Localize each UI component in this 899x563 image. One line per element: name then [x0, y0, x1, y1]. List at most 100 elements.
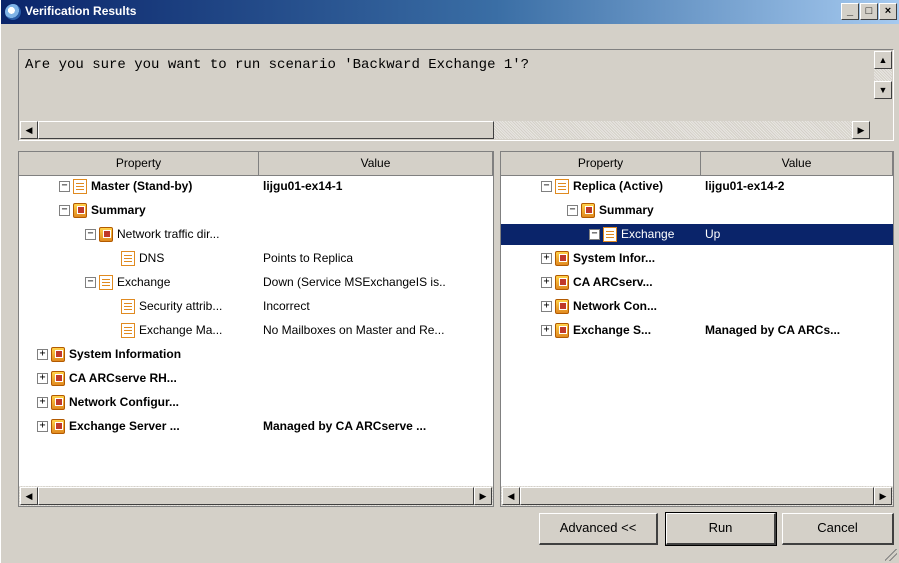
scroll-thumb[interactable]: [520, 487, 874, 505]
tree-row[interactable]: Security attrib... Incorrect: [19, 296, 493, 317]
row-property-label: Summary: [91, 203, 146, 217]
message-box[interactable]: Are you sure you want to run scenario 'B…: [18, 49, 894, 141]
row-value: No Mailboxes on Master and Re...: [263, 323, 445, 337]
left-pane-horizontal-scrollbar[interactable]: ◀ ▶: [19, 486, 493, 506]
doc-icon: [73, 179, 87, 194]
expand-icon[interactable]: +: [541, 277, 552, 288]
row-value: Incorrect: [263, 299, 310, 313]
column-header-value[interactable]: Value: [259, 152, 493, 176]
scroll-thumb[interactable]: [38, 487, 474, 505]
tree-row[interactable]: − Exchange Up: [501, 224, 893, 245]
tree-row[interactable]: − Replica (Active) lijgu01-ex14-2: [501, 176, 893, 197]
maximize-button[interactable]: □: [860, 3, 878, 20]
scroll-right-icon[interactable]: ▶: [874, 487, 892, 505]
tree-row[interactable]: − Exchange Down (Service MSExchangeIS is..: [19, 272, 493, 293]
minimize-button[interactable]: _: [841, 3, 859, 20]
group-icon: [555, 323, 569, 338]
expand-icon[interactable]: +: [37, 373, 48, 384]
row-value: lijgu01-ex14-2: [705, 179, 785, 193]
message-vertical-scrollbar[interactable]: ▲ ▼: [873, 50, 893, 119]
group-icon: [581, 203, 595, 218]
scroll-left-icon[interactable]: ◀: [20, 487, 38, 505]
tree-row[interactable]: + Exchange S... Managed by CA ARCs...: [501, 320, 893, 341]
row-value: Down (Service MSExchangeIS is..: [263, 275, 446, 289]
title-bar[interactable]: Verification Results _ □ ×: [1, 0, 899, 24]
row-property-label: CA ARCserv...: [573, 275, 653, 289]
row-property-label: Security attrib...: [139, 299, 223, 313]
tree-row[interactable]: DNS Points to Replica: [19, 248, 493, 269]
verification-results-window: Verification Results _ □ × Are you sure …: [0, 0, 899, 563]
expand-icon[interactable]: +: [37, 421, 48, 432]
collapse-icon[interactable]: −: [541, 181, 552, 192]
tree-row[interactable]: + System Infor...: [501, 248, 893, 269]
tree-row[interactable]: + System Information: [19, 344, 493, 365]
master-properties-pane[interactable]: Property Value − Master (Stand-by) lijgu01…: [18, 151, 494, 507]
tree-row[interactable]: + Exchange Server ... Managed by CA ARCser…: [19, 416, 493, 437]
tree-row[interactable]: + Network Configur...: [19, 392, 493, 413]
resize-grip-icon[interactable]: [885, 549, 897, 561]
tree-row[interactable]: − Network traffic dir...: [19, 224, 493, 245]
window-title: Verification Results: [25, 4, 137, 18]
right-pane-horizontal-scrollbar[interactable]: ◀ ▶: [501, 486, 893, 506]
group-icon: [51, 371, 65, 386]
row-property-label: Exchange Server ...: [69, 419, 180, 433]
scroll-thumb[interactable]: [38, 121, 494, 139]
expand-icon[interactable]: +: [541, 253, 552, 264]
row-property-label: Exchange: [621, 227, 675, 241]
collapse-icon[interactable]: −: [59, 205, 70, 216]
doc-icon: [603, 227, 617, 242]
expand-icon[interactable]: +: [541, 325, 552, 336]
collapse-icon[interactable]: −: [567, 205, 578, 216]
replica-properties-pane[interactable]: Property Value − Replica (Active) lijgu01-…: [500, 151, 894, 507]
group-icon: [555, 251, 569, 266]
row-property-label: System Information: [69, 347, 182, 361]
collapse-icon[interactable]: −: [59, 181, 70, 192]
collapse-icon[interactable]: −: [85, 229, 96, 240]
cancel-button[interactable]: Cancel: [782, 513, 894, 545]
expand-icon[interactable]: +: [37, 349, 48, 360]
row-property-label: Exchange Ma...: [139, 323, 223, 337]
group-icon: [99, 227, 113, 242]
message-horizontal-scrollbar[interactable]: ◀ ▶: [19, 120, 874, 140]
doc-icon: [121, 323, 135, 338]
row-property-label: System Infor...: [573, 251, 656, 265]
row-property-label: CA ARCserve RH...: [69, 371, 177, 385]
group-icon: [73, 203, 87, 218]
scroll-left-icon[interactable]: ◀: [20, 121, 38, 139]
expand-icon[interactable]: +: [37, 397, 48, 408]
expand-icon[interactable]: +: [541, 301, 552, 312]
scroll-track[interactable]: [494, 121, 852, 139]
group-icon: [51, 395, 65, 410]
tree-row[interactable]: − Summary: [19, 200, 493, 221]
row-value: Managed by CA ARCs...: [705, 323, 841, 337]
column-header-value[interactable]: Value: [701, 152, 893, 176]
tree-row[interactable]: − Summary: [501, 200, 893, 221]
run-button[interactable]: Run: [665, 512, 777, 546]
tree-row[interactable]: + Network Con...: [501, 296, 893, 317]
column-header-property[interactable]: Property: [501, 152, 701, 176]
group-icon: [555, 275, 569, 290]
collapse-icon[interactable]: −: [589, 229, 600, 240]
tree-row[interactable]: − Master (Stand-by) lijgu01-ex14-1: [19, 176, 493, 197]
row-value: lijgu01-ex14-1: [263, 179, 343, 193]
tree-row[interactable]: Exchange Ma... No Mailboxes on Master and…: [19, 320, 493, 341]
row-property-label: Replica (Active): [573, 179, 664, 193]
column-header-property[interactable]: Property: [19, 152, 259, 176]
tree-row[interactable]: + CA ARCserv...: [501, 272, 893, 293]
row-value: Points to Replica: [263, 251, 354, 265]
scroll-right-icon[interactable]: ▶: [852, 121, 870, 139]
row-property-label: Network Configur...: [69, 395, 180, 409]
advanced-button[interactable]: Advanced <<: [539, 513, 658, 545]
collapse-icon[interactable]: −: [85, 277, 96, 288]
scroll-down-icon[interactable]: ▼: [874, 81, 892, 99]
scroll-left-icon[interactable]: ◀: [502, 487, 520, 505]
doc-icon: [555, 179, 569, 194]
doc-icon: [121, 299, 135, 314]
tree-row[interactable]: + CA ARCserve RH...: [19, 368, 493, 389]
scroll-up-icon[interactable]: ▲: [874, 51, 892, 69]
scroll-right-icon[interactable]: ▶: [474, 487, 492, 505]
close-button[interactable]: ×: [879, 3, 897, 20]
scroll-track[interactable]: [874, 69, 892, 81]
row-value: Up: [705, 227, 721, 241]
row-property-label: Master (Stand-by): [91, 179, 193, 193]
